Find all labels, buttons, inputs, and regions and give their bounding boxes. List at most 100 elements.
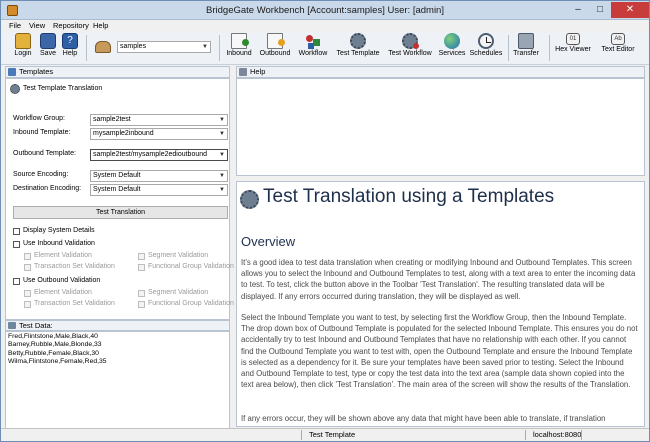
- menu-repository[interactable]: Repository: [53, 21, 89, 30]
- clock-icon: [478, 33, 494, 49]
- outbound-button[interactable]: Outbound: [257, 33, 293, 57]
- status-server: localhost:8080: [533, 430, 582, 439]
- help-icon: [239, 68, 247, 76]
- transfer-button[interactable]: Transfer: [512, 33, 540, 57]
- status-bar: Test Template localhost:8080: [1, 428, 649, 441]
- close-button[interactable]: ✕: [611, 2, 649, 18]
- outbound-functional-group-validation-label: Functional Group Validation: [148, 300, 234, 307]
- help-button[interactable]: ? Help: [61, 33, 79, 57]
- status-divider: [301, 430, 302, 440]
- text-editor-icon: Ab: [611, 33, 625, 45]
- login-label: Login: [14, 50, 32, 57]
- inbound-button[interactable]: Inbound: [224, 33, 254, 57]
- templates-header-label: Templates: [19, 67, 54, 76]
- inbound-element-validation-label: Element Validation: [34, 252, 92, 259]
- test-data-header-label: Test Data:: [19, 321, 53, 330]
- outbound-functional-group-validation-checkbox[interactable]: [138, 301, 145, 308]
- floppy-disk-icon: [40, 33, 56, 49]
- outbound-segment-validation-label: Segment Validation: [148, 289, 209, 296]
- status-divider: [525, 430, 526, 440]
- services-button[interactable]: Services: [437, 33, 467, 57]
- display-system-details-label: Display System Details: [23, 227, 95, 234]
- use-inbound-validation-label: Use Inbound Validation: [23, 240, 95, 247]
- display-system-details-checkbox[interactable]: [13, 228, 20, 235]
- test-data-line: Barney,Rubble,Male,Blonde,33: [8, 341, 102, 349]
- test-workflow-button[interactable]: Test Workflow: [386, 33, 434, 57]
- outbound-label: Outbound: [259, 50, 291, 57]
- templates-form: Test Template Translation Workflow Group…: [5, 78, 234, 320]
- help-overview-heading: Overview: [241, 234, 296, 249]
- menu-view[interactable]: View: [29, 21, 45, 30]
- account-select-value: samples: [120, 43, 147, 50]
- lock-icon: [15, 33, 31, 49]
- inbound-document-icon: [231, 33, 249, 49]
- help-title: Test Translation using a Templates: [263, 186, 555, 207]
- chevron-down-icon: ▼: [219, 131, 225, 137]
- maximize-button[interactable]: □: [589, 2, 611, 18]
- inbound-label: Inbound: [226, 50, 252, 57]
- test-template-label: Test Template: [336, 50, 380, 57]
- gears-icon: [240, 190, 259, 209]
- inbound-functional-group-validation-label: Functional Group Validation: [148, 263, 234, 270]
- toolbar-separator: [549, 35, 550, 61]
- inbound-functional-group-validation-checkbox[interactable]: [138, 264, 145, 271]
- inbound-transaction-set-validation-label: Transaction Set Validation: [34, 263, 115, 270]
- outbound-element-validation-checkbox[interactable]: [24, 290, 31, 297]
- help-paragraph-2: Select the Inbound Template you want to …: [241, 313, 638, 390]
- chevron-down-icon: ▼: [202, 44, 208, 50]
- menu-help[interactable]: Help: [93, 21, 108, 30]
- save-button[interactable]: Save: [38, 33, 58, 57]
- outbound-template-label: Outbound Template:: [13, 150, 76, 157]
- status-divider: [581, 430, 582, 440]
- help-paragraph-1: It's a good idea to test data translatio…: [241, 258, 636, 301]
- help-header-label: Help: [250, 67, 266, 76]
- app-window: BridgeGate Workbench [Account:samples] U…: [0, 0, 650, 442]
- menu-file[interactable]: File: [9, 21, 21, 30]
- menu-bar: File View Repository Help: [1, 20, 649, 32]
- inbound-transaction-set-validation-checkbox[interactable]: [24, 264, 31, 271]
- test-data-header: Test Data:: [5, 320, 230, 331]
- account-select[interactable]: samples ▼: [117, 41, 211, 53]
- test-data-line: Betty,Rubble,Female,Black,30: [8, 349, 99, 357]
- results-area[interactable]: [236, 78, 645, 176]
- schedules-button[interactable]: Schedules: [469, 33, 503, 57]
- login-button[interactable]: Login: [11, 33, 35, 57]
- workflow-group-value: sample2test: [93, 116, 131, 123]
- test-data-textarea[interactable]: Fred,Flintstone,Male,Black,40 Barney,Rub…: [5, 331, 230, 431]
- text-editor-button[interactable]: Ab Text Editor: [597, 33, 639, 53]
- use-inbound-validation-checkbox[interactable]: [13, 241, 20, 248]
- text-editor-label: Text Editor: [601, 46, 635, 53]
- chevron-down-icon: ▼: [219, 173, 225, 179]
- outbound-segment-validation-checkbox[interactable]: [138, 290, 145, 297]
- source-encoding-select[interactable]: System Default ▼: [90, 170, 228, 182]
- workflow-button[interactable]: Workflow: [296, 33, 330, 57]
- test-data-line: Wilma,Flintstone,Female,Red,35: [8, 358, 107, 366]
- chevron-down-icon: ▼: [219, 187, 225, 193]
- help-book-icon: ?: [62, 33, 78, 49]
- transfer-label: Transfer: [513, 50, 539, 57]
- inbound-template-select[interactable]: mysample2inbound ▼: [90, 128, 228, 140]
- inbound-element-validation-checkbox[interactable]: [24, 253, 31, 260]
- inbound-segment-validation-checkbox[interactable]: [138, 253, 145, 260]
- help-label: Help: [62, 50, 78, 57]
- workflow-group-label: Workflow Group:: [13, 115, 65, 122]
- gears-icon: [350, 33, 366, 49]
- outbound-template-select[interactable]: sample2test/mysample2edioutbound ▼: [90, 149, 228, 161]
- chevron-down-icon: ▼: [219, 152, 225, 158]
- hex-viewer-label: Hex Viewer: [555, 46, 591, 53]
- title-bar: BridgeGate Workbench [Account:samples] U…: [1, 1, 649, 20]
- toolbar: Login Save ? Help samples ▼ Inbound Outb…: [1, 32, 649, 65]
- use-outbound-validation-checkbox[interactable]: [13, 278, 20, 285]
- gears-workflow-icon: [402, 33, 419, 49]
- destination-encoding-select[interactable]: System Default ▼: [90, 184, 228, 196]
- test-data-line: Fred,Flintstone,Male,Black,40: [8, 333, 98, 340]
- test-template-button[interactable]: Test Template: [334, 33, 382, 57]
- outbound-transaction-set-validation-label: Transaction Set Validation: [34, 300, 115, 307]
- test-translation-button[interactable]: Test Translation: [13, 206, 228, 219]
- workflow-group-select[interactable]: sample2test ▼: [90, 114, 228, 126]
- hex-viewer-button[interactable]: 01 Hex Viewer: [553, 33, 593, 53]
- outbound-transaction-set-validation-checkbox[interactable]: [24, 301, 31, 308]
- form-title: Test Template Translation: [23, 85, 103, 92]
- test-template-gear-icon: [10, 84, 20, 94]
- minimize-button[interactable]: –: [567, 2, 589, 18]
